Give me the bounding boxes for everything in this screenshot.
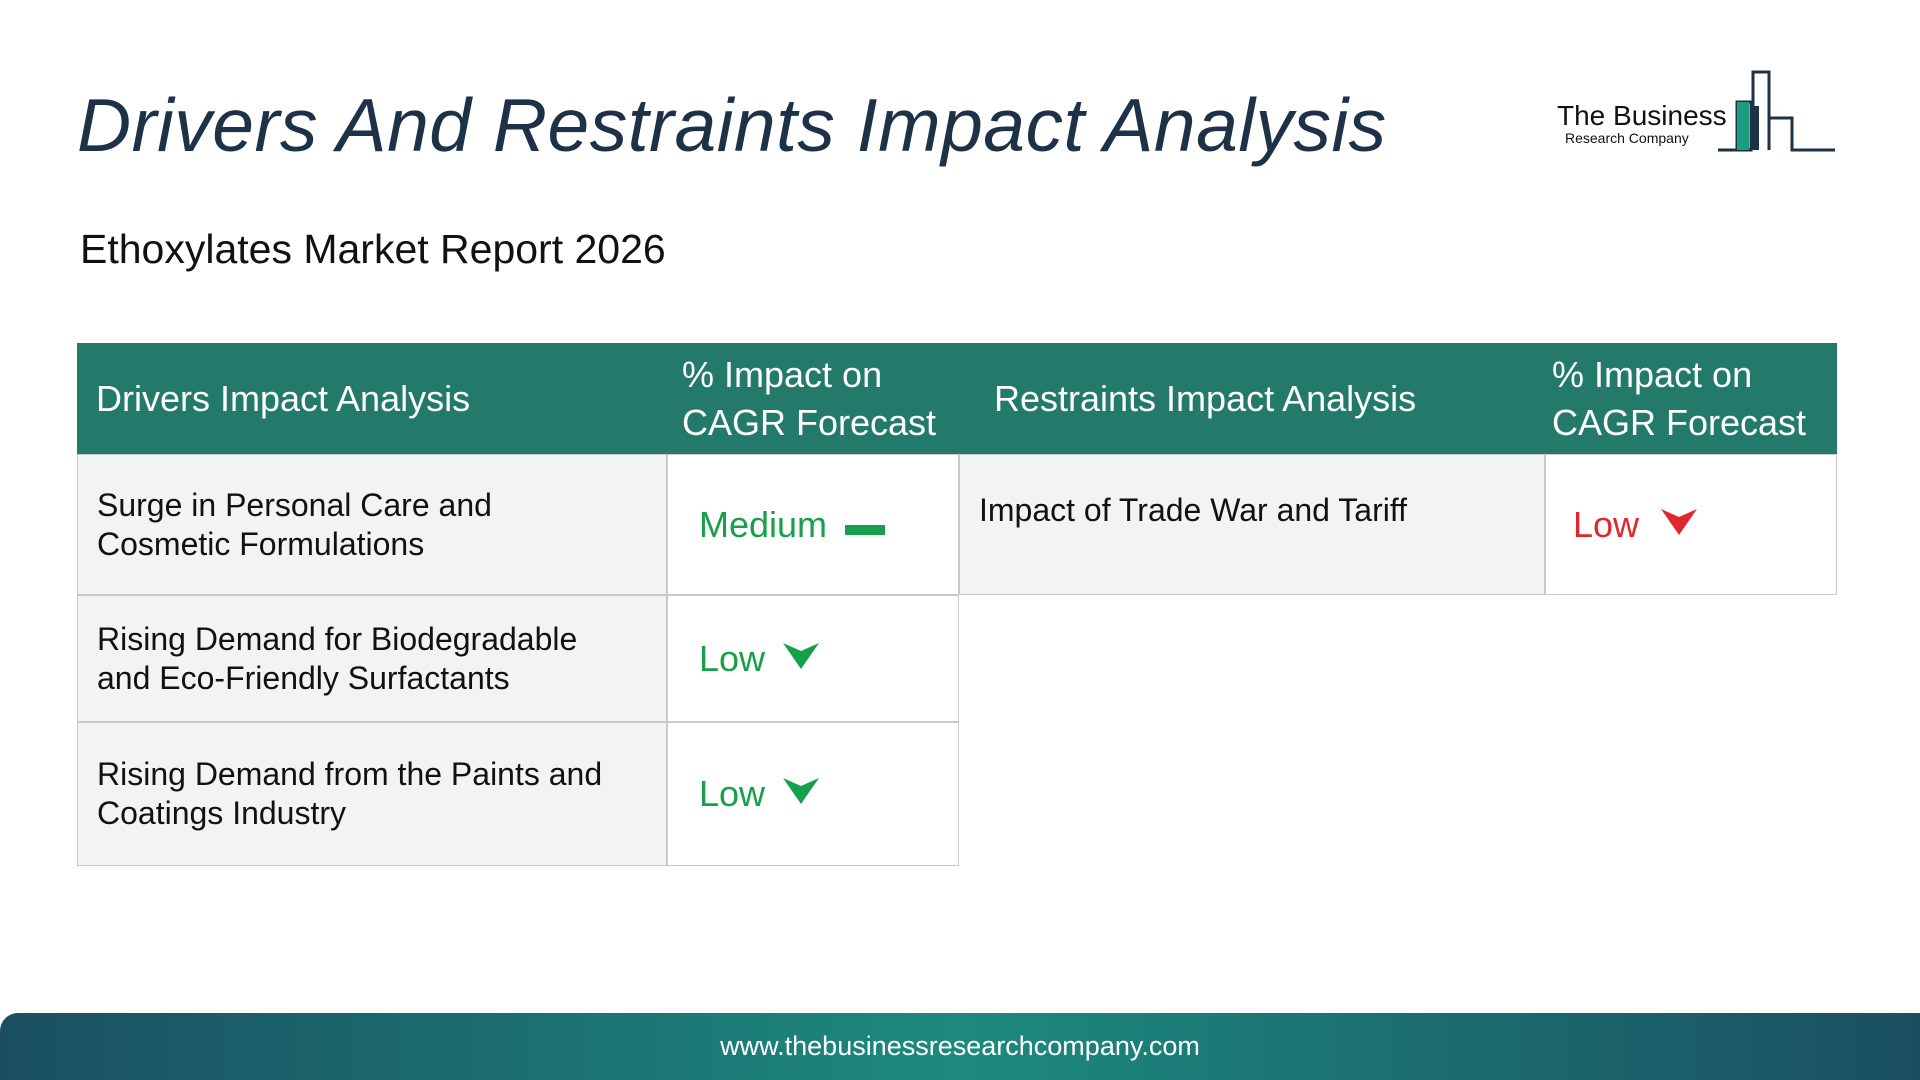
driver-impact-cell: Medium [667,454,959,595]
arrow-down-icon [783,773,820,815]
logo-text-line2: Research Company [1565,130,1689,146]
driver-name-cell: Rising Demand for Biodegradable and Eco-… [77,595,667,722]
driver-name: Surge in Personal Care and Cosmetic Form… [97,486,492,562]
driver-impact-value: Low [699,637,766,679]
drivers-header: Drivers Impact Analysis [96,377,471,419]
arrow-down-icon [1661,504,1698,546]
table-header: Drivers Impact Analysis % Impact on CAGR… [77,343,1837,454]
restraints-impact-header: % Impact on CAGR Forecast [1552,353,1807,443]
report-subtitle: Ethoxylates Market Report 2026 [80,226,666,272]
driver-impact-value: Low [699,773,766,814]
restraints-header: Restraints Impact Analysis [994,377,1417,419]
driver-name-cell: Surge in Personal Care and Cosmetic Form… [77,454,667,595]
page-title: Drivers And Restraints Impact Analysis [77,83,1387,167]
company-logo: The Business Research Company [1555,66,1837,156]
footer-url[interactable]: www.thebusinessresearchcompany.com [720,1031,1200,1062]
driver-impact-cell: Low [667,722,959,866]
dash-icon [845,504,886,546]
driver-impact-value: Medium [699,503,828,545]
drivers-impact-header: % Impact on CAGR Forecast [682,353,937,443]
restraint-impact-value: Low [1573,503,1640,545]
driver-name: Rising Demand for Biodegradable and Eco-… [97,620,578,696]
driver-name: Rising Demand from the Paints and Coatin… [97,756,603,831]
arrow-down-icon [783,638,820,680]
driver-name-cell: Rising Demand from the Paints and Coatin… [77,722,667,866]
restraint-impact-cell: Low [1545,454,1837,595]
footer-bar: www.thebusinessresearchcompany.com [0,1013,1920,1080]
restraint-name-cell: Impact of Trade War and Tariff [959,454,1545,595]
driver-impact-cell: Low [667,595,959,722]
restraint-name: Impact of Trade War and Tariff [979,492,1408,528]
logo-text-line1: The Business [1557,100,1727,131]
